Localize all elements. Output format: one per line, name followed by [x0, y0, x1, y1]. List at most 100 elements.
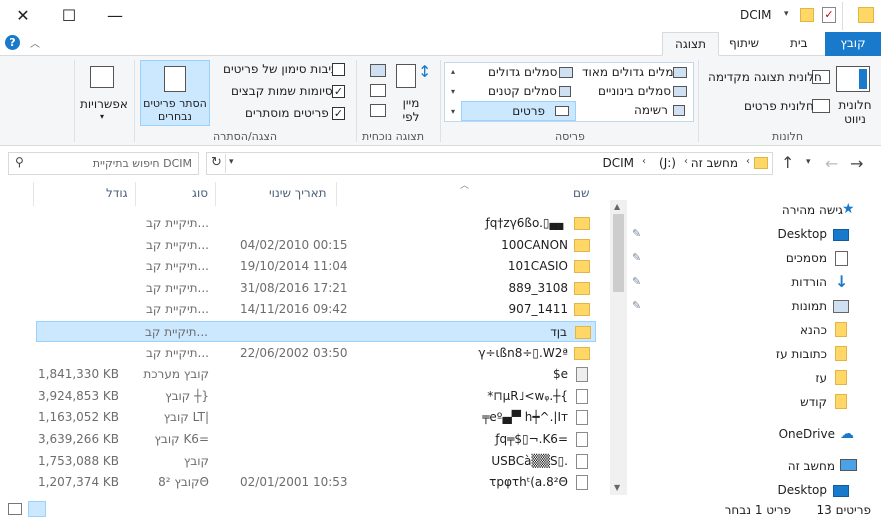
- nav-item-desktop[interactable]: Desktop: [778, 227, 828, 241]
- nav-item-folder[interactable]: קודש: [800, 395, 827, 409]
- breadcrumb-chevron-icon[interactable]: ‹: [642, 156, 646, 167]
- file-type: קובץ 8²Θ: [158, 475, 209, 489]
- breadcrumb-chevron-icon[interactable]: ‹: [746, 156, 750, 167]
- pin-icon[interactable]: ✎: [632, 275, 641, 288]
- folder-app-icon: [858, 7, 874, 23]
- file-row[interactable]: τрφτhᵗ(a.8²Θ 02/01/2001 10:53 קובץ 8²Θ 1,20…: [36, 472, 596, 493]
- file-row[interactable]: 101CASIO 19/10/2014 11:04 תיקיית קב...: [36, 256, 596, 277]
- file-row[interactable]: $e קובץ מערכת 1,841,330 KB: [36, 364, 596, 385]
- scroll-down-icon[interactable]: ▼: [614, 483, 620, 492]
- pin-icon[interactable]: ✎: [632, 227, 641, 240]
- search-box[interactable]: חיפוש בתיקיית DCIM ⚲: [8, 152, 199, 175]
- file-row[interactable]: ƒq╤$▯¬.K6= קובץ K6= 3,639,266 KB: [36, 429, 596, 450]
- computer-icon: [840, 459, 857, 471]
- size-columns-icon[interactable]: [370, 104, 386, 117]
- ribbon-separator: [74, 60, 75, 142]
- breadcrumb-this-pc[interactable]: מחשב זה: [691, 156, 738, 170]
- file-type: קובץ LT|: [163, 410, 209, 424]
- pin-icon[interactable]: ✎: [632, 251, 641, 264]
- file-row[interactable]: בןד תיקיית קב...: [36, 321, 596, 342]
- file-row[interactable]: *⊓μR˩<wᵩ.┼{קובץ ┼} 3,924,853 KB: [36, 386, 596, 407]
- file-row[interactable]: γ÷ιßn8÷▯.W2ª 22/06/2002 03:50 תיקיית קב...: [36, 343, 596, 364]
- tab-file[interactable]: קובץ: [825, 32, 881, 56]
- nav-item-folder[interactable]: עז: [815, 371, 827, 385]
- details-view-icon[interactable]: [28, 501, 46, 517]
- column-separator[interactable]: [135, 182, 136, 206]
- column-separator[interactable]: [215, 182, 216, 206]
- file-type: תיקיית קב...: [145, 259, 209, 273]
- group-label-show-hide: הצגה/הסתרה: [213, 130, 278, 143]
- ribbon-separator: [440, 60, 441, 142]
- nav-item-downloads[interactable]: הורדות: [791, 275, 827, 289]
- file-row[interactable]: ƒq†zγ6ßo.▯▄▖ תיקיית קב...: [36, 213, 596, 234]
- column-header-type[interactable]: סוג: [192, 186, 208, 200]
- nav-pc-desktop[interactable]: Desktop: [778, 483, 828, 497]
- nav-item-documents[interactable]: מסמכים: [786, 251, 827, 265]
- properties-icon[interactable]: ✓: [822, 7, 836, 23]
- file-row[interactable]: 889_3108 31/08/2016 17:21 תיקיית קב...: [36, 278, 596, 299]
- pin-icon[interactable]: ✎: [632, 299, 641, 312]
- add-columns-icon[interactable]: [370, 84, 386, 97]
- address-dropdown-icon[interactable]: ▾: [229, 157, 234, 167]
- minimize-button[interactable]: —: [92, 0, 138, 32]
- refresh-icon[interactable]: ↻: [211, 155, 222, 170]
- breadcrumb-dcim[interactable]: DCIM: [602, 156, 634, 170]
- file-type: תיקיית קב...: [145, 238, 209, 252]
- maximize-button[interactable]: ☐: [46, 0, 92, 32]
- sort-by-button[interactable]: מיין לפי: [396, 96, 426, 124]
- tab-view[interactable]: תצוגה: [662, 32, 720, 56]
- column-header-date[interactable]: תאריך שינוי: [269, 186, 327, 200]
- tab-share[interactable]: שיתוף: [717, 32, 771, 56]
- desktop-icon: [833, 229, 849, 241]
- details-pane-button[interactable]: חלונית פרטים: [744, 99, 814, 113]
- layout-details[interactable]: פרטים: [461, 101, 576, 121]
- column-separator[interactable]: [336, 182, 337, 206]
- item-checkboxes-checkbox[interactable]: [332, 63, 345, 76]
- large-icons-view-icon[interactable]: [8, 503, 22, 515]
- ribbon-separator: [134, 60, 135, 142]
- navigation-pane-button[interactable]: חלונית ניווט: [836, 98, 874, 126]
- hidden-items-checkbox[interactable]: ✓: [332, 107, 345, 120]
- scroll-thumb[interactable]: [613, 214, 624, 292]
- nav-item-folder[interactable]: כתובות עז: [776, 347, 827, 361]
- options-dropdown-icon[interactable]: ▾: [100, 112, 104, 121]
- column-header-name[interactable]: שם: [573, 186, 589, 200]
- nav-item-folder[interactable]: כהנא: [800, 323, 827, 337]
- nav-this-pc[interactable]: מחשב זה: [788, 459, 835, 473]
- layout-small-label: סמלים קטנים: [488, 84, 557, 98]
- scroll-up-icon[interactable]: ▲: [614, 202, 620, 211]
- new-folder-icon[interactable]: [800, 8, 814, 22]
- up-button[interactable]: ↑: [781, 153, 794, 172]
- nav-quick-access[interactable]: גישה מהירה: [782, 203, 843, 217]
- nav-onedrive[interactable]: OneDrive: [779, 427, 835, 441]
- preview-pane-button[interactable]: חלונית תצוגה מקדימה: [708, 70, 822, 84]
- column-separator[interactable]: [33, 182, 34, 206]
- options-button[interactable]: אפשרויות: [80, 97, 128, 111]
- address-folder-icon: [754, 157, 768, 169]
- hide-selected-button[interactable]: הסתר פריטים נבחרים: [140, 60, 210, 126]
- file-type: קובץ מערכת: [143, 367, 209, 381]
- tab-home[interactable]: בית: [778, 32, 820, 56]
- help-icon[interactable]: ?: [5, 35, 20, 50]
- qat-dropdown-icon[interactable]: ▾: [784, 9, 789, 19]
- column-header-size[interactable]: גודל: [106, 186, 128, 200]
- details-pane-icon: [812, 99, 830, 113]
- file-row[interactable]: ╤eº▄▀ h┿^.|Iт קובץ LT| 1,163,052 KB: [36, 407, 596, 428]
- breadcrumb-drive[interactable]: (J:): [659, 156, 676, 170]
- address-bar[interactable]: ‹ מחשב זה ‹ (J:) ‹ DCIM ▾ ↻: [206, 152, 773, 175]
- file-row[interactable]: 100CANON 04/02/2010 00:15 תיקיית קב...: [36, 235, 596, 256]
- group-by-icon[interactable]: [370, 64, 386, 77]
- file-row[interactable]: 907_1411 14/11/2016 09:42 תיקיית קב...: [36, 299, 596, 320]
- back-button[interactable]: →: [850, 154, 863, 173]
- close-button[interactable]: ✕: [0, 0, 46, 32]
- recent-locations-icon[interactable]: ▾: [806, 157, 811, 167]
- breadcrumb-chevron-icon[interactable]: ‹: [684, 156, 688, 167]
- nav-item-pictures[interactable]: תמונות: [792, 299, 827, 313]
- vertical-scrollbar[interactable]: ▲ ▼: [610, 200, 627, 495]
- file-extensions-checkbox[interactable]: ✓: [332, 85, 345, 98]
- collapse-ribbon-icon[interactable]: ︿: [30, 35, 40, 50]
- layout-scroll[interactable]: ▴ ▾ ▾: [446, 62, 460, 122]
- folder-icon: [574, 239, 590, 252]
- forward-button[interactable]: ←: [825, 154, 838, 173]
- file-row[interactable]: USBCà▒▒S▯. קובץ 1,753,088 KB: [36, 451, 596, 472]
